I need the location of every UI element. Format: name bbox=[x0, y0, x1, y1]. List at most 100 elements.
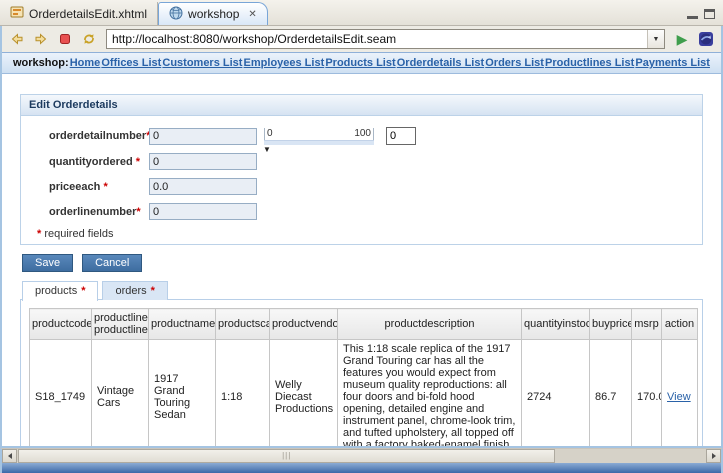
required-asterisk: * bbox=[136, 206, 140, 218]
field-label: quantityordered * bbox=[49, 156, 149, 168]
tab-label: orders bbox=[115, 285, 146, 297]
required-asterisk: * bbox=[136, 156, 140, 168]
tab-orderdetailsedit-xhtml[interactable]: OrderdetailsEdit.xhtml bbox=[0, 2, 158, 25]
save-button[interactable]: Save bbox=[22, 254, 73, 272]
cancel-button[interactable]: Cancel bbox=[82, 254, 142, 272]
slider-min-label: 0 bbox=[267, 128, 273, 140]
tab-label: OrderdetailsEdit.xhtml bbox=[29, 7, 147, 21]
required-asterisk: * bbox=[81, 285, 85, 297]
window-bottom-edge bbox=[0, 463, 723, 473]
maximize-view-icon[interactable] bbox=[704, 9, 715, 19]
url-dropdown-icon[interactable]: ▼ bbox=[647, 30, 664, 48]
required-fields-note: * required fields bbox=[37, 228, 694, 240]
nav-link-customers-list[interactable]: Customers List bbox=[162, 57, 242, 69]
cell-productcode: S18_1749 bbox=[30, 340, 92, 447]
nav-link-employees-list[interactable]: Employees List bbox=[244, 57, 325, 69]
cell-buyprice: 86.7 bbox=[590, 340, 632, 447]
col-productdescription: productdescription bbox=[338, 309, 522, 340]
nav-link-orders-list[interactable]: Orders List bbox=[485, 57, 544, 69]
page-body: Edit Orderdetails orderdetailnumber* 0 1… bbox=[2, 74, 721, 446]
view-link[interactable]: View bbox=[667, 391, 691, 403]
nav-link-productlines-list[interactable]: Productlines List bbox=[545, 57, 634, 69]
go-icon[interactable]: ▶ bbox=[672, 29, 692, 49]
nav-link-payments-list[interactable]: Payments List bbox=[635, 57, 710, 69]
form-title: Edit Orderdetails bbox=[21, 95, 702, 116]
col-productvendor: productvendor bbox=[270, 309, 338, 340]
tab-products[interactable]: products * bbox=[22, 281, 98, 301]
priceeach-field[interactable] bbox=[149, 178, 257, 195]
orderlinenumber-field[interactable] bbox=[149, 203, 257, 220]
nav-link-orderdetails-list[interactable]: Orderdetails List bbox=[397, 57, 484, 69]
url-input[interactable] bbox=[107, 32, 647, 46]
slider-value-field[interactable] bbox=[386, 127, 416, 145]
form-row-orderdetailnumber: orderdetailnumber* 0 100 ▼ bbox=[29, 127, 694, 145]
browser-view-frame: ▼ ▶ workshop: Home Offices List Customer… bbox=[0, 26, 723, 448]
scrollbar-thumb[interactable]: ||| bbox=[18, 449, 555, 463]
quantityordered-field[interactable] bbox=[149, 153, 257, 170]
nav-link-home[interactable]: Home bbox=[70, 57, 101, 69]
orderdetailnumber-field[interactable] bbox=[149, 128, 257, 145]
xhtml-file-icon bbox=[10, 5, 24, 22]
field-label: orderdetailnumber* bbox=[49, 130, 149, 142]
refresh-icon[interactable] bbox=[79, 29, 99, 49]
back-icon[interactable] bbox=[7, 29, 27, 49]
col-productcode: productcode bbox=[30, 309, 92, 340]
col-action: action bbox=[662, 309, 698, 340]
slider-track[interactable] bbox=[264, 140, 374, 145]
scrollbar-track[interactable]: ||| bbox=[17, 449, 706, 463]
cell-productvendor: Welly Diecast Productions bbox=[270, 340, 338, 447]
editor-tabbar: OrderdetailsEdit.xhtml workshop ✕ bbox=[0, 0, 723, 26]
orderdetailnumber-slider: 0 100 ▼ bbox=[264, 128, 374, 145]
scroll-right-icon[interactable] bbox=[706, 449, 721, 463]
tab-label: products bbox=[35, 285, 77, 297]
eclipse-window: OrderdetailsEdit.xhtml workshop ✕ bbox=[0, 0, 723, 473]
products-tab-panel: productcode productlines productline pro… bbox=[20, 299, 703, 446]
forward-icon[interactable] bbox=[31, 29, 51, 49]
form-row-priceeach: priceeach * bbox=[29, 178, 694, 195]
tab-orders[interactable]: orders * bbox=[102, 281, 167, 300]
form-row-orderlinenumber: orderlinenumber* bbox=[29, 203, 694, 220]
browser-toolbar: ▼ ▶ bbox=[2, 26, 721, 52]
app-menu-bar: workshop: Home Offices List Customers Li… bbox=[2, 53, 721, 74]
col-productscale: productscale bbox=[216, 309, 270, 340]
form-actions: Save Cancel bbox=[22, 254, 703, 272]
col-buyprice: buyprice bbox=[590, 309, 632, 340]
cell-productline: Vintage Cars bbox=[92, 340, 149, 447]
detail-tabs: products * orders * bbox=[22, 281, 703, 300]
col-productlines-productline: productlines productline bbox=[92, 309, 149, 340]
tab-workshop[interactable]: workshop ✕ bbox=[158, 2, 268, 25]
slider-max-label: 100 bbox=[354, 128, 371, 140]
scroll-left-icon[interactable] bbox=[2, 449, 17, 463]
minimize-view-icon[interactable] bbox=[687, 9, 698, 19]
cell-productscale: 1:18 bbox=[216, 340, 270, 447]
view-window-buttons bbox=[687, 9, 723, 25]
tab-label: workshop bbox=[188, 7, 239, 21]
table-header-row: productcode productlines productline pro… bbox=[30, 309, 698, 340]
products-table: productcode productlines productline pro… bbox=[29, 308, 698, 446]
form-body: orderdetailnumber* 0 100 ▼ bbox=[21, 116, 702, 244]
nav-link-products-list[interactable]: Products List bbox=[325, 57, 395, 69]
globe-icon bbox=[169, 6, 183, 23]
field-label: orderlinenumber* bbox=[49, 206, 149, 218]
url-bar: ▼ bbox=[106, 29, 665, 49]
horizontal-scrollbar: ||| bbox=[0, 448, 723, 463]
web-page: workshop: Home Offices List Customers Li… bbox=[2, 52, 721, 446]
form-row-quantityordered: quantityordered * bbox=[29, 153, 694, 170]
cell-productdescription: This 1:18 scale replica of the 1917 Gran… bbox=[338, 340, 522, 447]
col-productname: productname bbox=[149, 309, 216, 340]
stop-icon[interactable] bbox=[55, 29, 75, 49]
app-brand: workshop: bbox=[13, 57, 69, 69]
slider-thumb-icon[interactable]: ▼ bbox=[263, 146, 271, 154]
cell-msrp: 170.0 bbox=[632, 340, 662, 447]
slider-scale: 0 100 bbox=[264, 128, 374, 140]
cell-productname: 1917 Grand Touring Sedan bbox=[149, 340, 216, 447]
col-quantityinstock: quantityinstock bbox=[522, 309, 590, 340]
browser-engine-icon[interactable] bbox=[696, 29, 716, 49]
edit-orderdetails-form: Edit Orderdetails orderdetailnumber* 0 1… bbox=[20, 94, 703, 245]
close-icon[interactable]: ✕ bbox=[248, 9, 256, 20]
col-msrp: msrp bbox=[632, 309, 662, 340]
cell-quantityinstock: 2724 bbox=[522, 340, 590, 447]
nav-link-offices-list[interactable]: Offices List bbox=[101, 57, 161, 69]
required-asterisk: * bbox=[151, 285, 155, 297]
table-row: S18_1749 Vintage Cars 1917 Grand Touring… bbox=[30, 340, 698, 447]
